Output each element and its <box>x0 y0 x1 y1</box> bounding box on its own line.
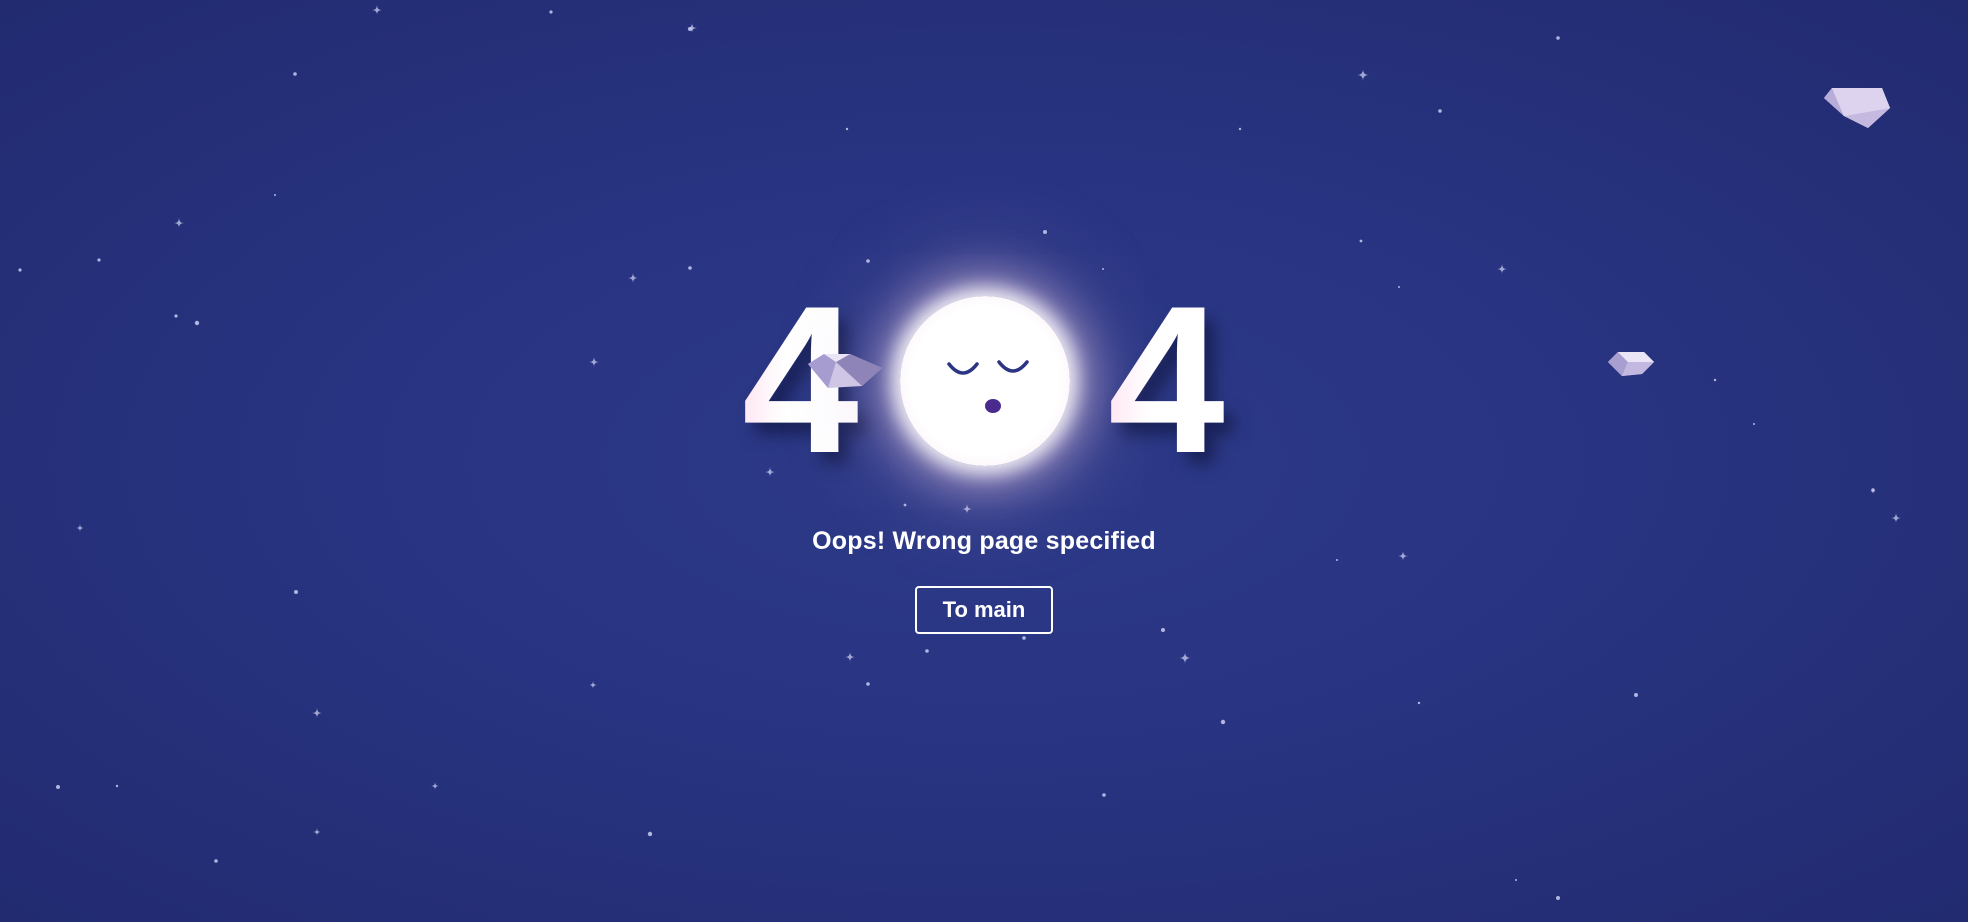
star-icon <box>313 828 321 836</box>
star-dot <box>1556 36 1560 40</box>
to-main-button[interactable]: To main <box>915 586 1053 634</box>
moon-left-eye <box>947 362 979 375</box>
star-dot <box>1238 127 1242 131</box>
star-dot <box>1713 378 1717 382</box>
star-dot <box>174 314 178 318</box>
error-message: Oops! Wrong page specified <box>812 527 1156 555</box>
star-dot <box>97 258 101 262</box>
star-icon <box>845 652 855 662</box>
star-dot <box>647 831 653 837</box>
star-dot <box>903 503 907 507</box>
crystal-rock-icon <box>808 354 882 388</box>
star-dot <box>925 649 929 653</box>
star-icon <box>174 218 184 228</box>
star-icon <box>1357 69 1369 81</box>
star-dot <box>1515 879 1517 881</box>
star-icon <box>1497 264 1507 274</box>
star-dot <box>115 784 119 788</box>
star-dot <box>549 10 553 14</box>
star-icon <box>1179 652 1191 664</box>
star-icon <box>1891 513 1901 523</box>
star-dot <box>1161 628 1165 632</box>
star-dot <box>1220 719 1226 725</box>
star-dot <box>293 72 297 76</box>
star-dot <box>1102 268 1104 270</box>
star-dot <box>845 127 849 131</box>
star-icon <box>431 782 439 790</box>
crystal-rock-icon <box>1608 352 1654 376</box>
star-dot <box>688 27 692 31</box>
star-dot <box>1359 239 1363 243</box>
sleeping-moon-icon <box>900 296 1070 466</box>
star-dot <box>1438 109 1442 113</box>
moon-mouth <box>985 399 1001 413</box>
moon-right-eye <box>997 360 1029 373</box>
star-dot <box>1398 286 1400 288</box>
star-icon <box>628 273 638 283</box>
star-icon <box>589 357 599 367</box>
crystal-rock-icon <box>1824 88 1890 128</box>
star-dot <box>1417 701 1421 705</box>
star-dot <box>1043 230 1047 234</box>
star-dot <box>1634 693 1638 697</box>
star-icon <box>312 708 322 718</box>
star-icon <box>589 681 597 689</box>
star-dot <box>18 268 22 272</box>
star-icon <box>1870 488 1876 494</box>
star-dot <box>274 194 276 196</box>
star-icon <box>372 5 382 15</box>
star-dot <box>194 320 200 326</box>
star-dot <box>1753 423 1755 425</box>
star-dot <box>866 682 870 686</box>
star-dot <box>214 859 218 863</box>
star-dot <box>1871 488 1875 492</box>
star-dot <box>688 266 692 270</box>
star-dot <box>1556 896 1560 900</box>
star-dot <box>1336 559 1338 561</box>
star-dot <box>1102 793 1106 797</box>
star-dot <box>56 785 60 789</box>
star-dot <box>294 590 298 594</box>
star-icon <box>687 23 697 33</box>
star-icon <box>962 504 972 514</box>
star-dot <box>866 259 870 263</box>
error-digit-right: 4 <box>1108 262 1225 497</box>
star-dot <box>1022 636 1026 640</box>
